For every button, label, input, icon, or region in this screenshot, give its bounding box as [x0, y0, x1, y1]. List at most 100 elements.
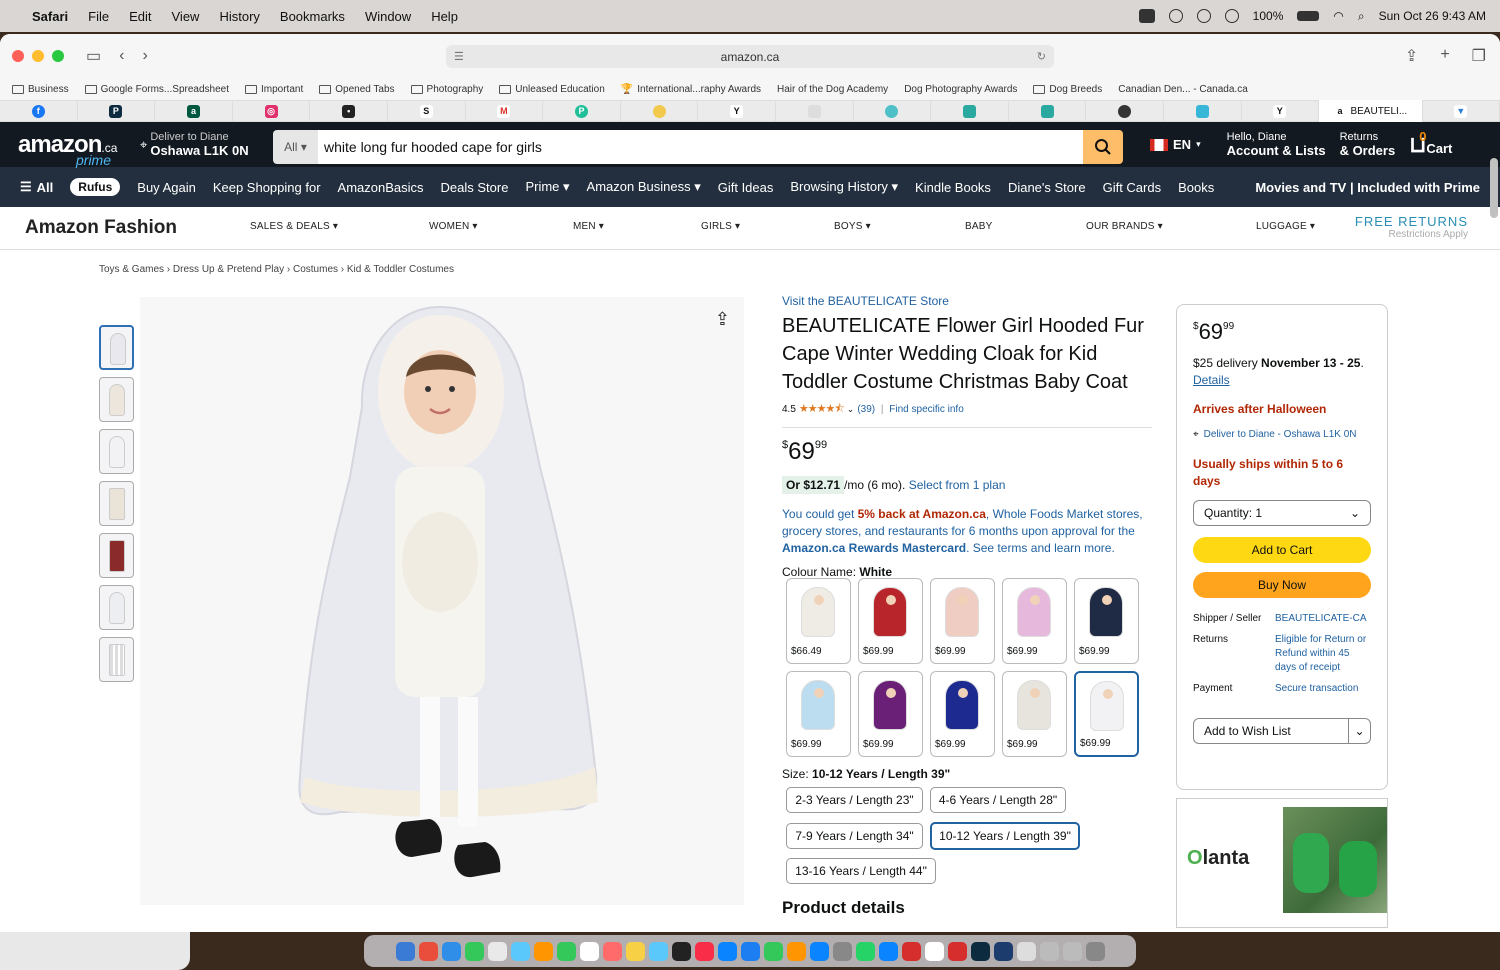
nav-browsing-history[interactable]: Browsing History ▾ — [790, 179, 898, 195]
dock-app-icon[interactable] — [487, 941, 507, 961]
thumbnail[interactable] — [99, 429, 134, 474]
dock-app-icon[interactable] — [740, 941, 760, 961]
menu-help[interactable]: Help — [431, 9, 458, 24]
all-menu-button[interactable]: ☰ All — [20, 179, 53, 195]
dock-app-icon[interactable] — [648, 941, 668, 961]
dock-app-icon[interactable] — [993, 941, 1013, 961]
size-option[interactable]: 4-6 Years / Length 28" — [930, 787, 1066, 813]
menu-view[interactable]: View — [172, 9, 200, 24]
dock-app-icon[interactable] — [602, 941, 622, 961]
menu-file[interactable]: File — [88, 9, 109, 24]
pinned-tab[interactable]: f — [0, 100, 78, 122]
add-to-cart-button[interactable]: Add to Cart — [1193, 537, 1371, 563]
page-menu-icon[interactable]: ☰ — [454, 50, 464, 63]
select-plan-link[interactable]: Select from 1 plan — [909, 478, 1006, 492]
tab-overview-icon[interactable]: ❐ — [1472, 46, 1486, 66]
pinned-tab[interactable] — [1164, 100, 1242, 122]
status-shield-icon[interactable] — [1168, 9, 1183, 23]
quantity-select[interactable]: Quantity: 1 ⌄ — [1193, 500, 1371, 526]
pinned-tab[interactable] — [621, 100, 699, 122]
pinned-tab[interactable]: S — [388, 100, 466, 122]
thumbnail[interactable] — [99, 481, 134, 526]
dock-app-icon[interactable] — [878, 941, 898, 961]
chevron-down-icon[interactable]: ⌄ — [847, 404, 855, 415]
dock-app-icon[interactable] — [786, 941, 806, 961]
share-icon[interactable]: ⇪ — [715, 309, 730, 330]
pinned-tab[interactable]: a — [155, 100, 233, 122]
breadcrumb-link[interactable]: Toys & Games — [99, 264, 164, 275]
menu-app-name[interactable]: Safari — [32, 9, 68, 24]
bookmark-international-awards[interactable]: 🏆 International...raphy Awards — [621, 84, 761, 95]
wifi-icon[interactable]: ◠ — [1333, 9, 1343, 23]
dock-app-icon[interactable] — [533, 941, 553, 961]
dock-app-icon[interactable] — [1062, 941, 1082, 961]
menu-clock[interactable]: Sun Oct 26 9:43 AM — [1379, 9, 1486, 23]
status-clock-icon[interactable] — [1196, 9, 1211, 23]
bookmark-dog-photo-awards[interactable]: Dog Photography Awards — [904, 84, 1017, 95]
payment-link[interactable]: Secure transaction — [1275, 682, 1371, 696]
bookmark-google-forms[interactable]: Google Forms...Spreadsheet — [84, 84, 229, 95]
dock-app-icon[interactable] — [671, 941, 691, 961]
fashion-sales-deals[interactable]: SALES & DEALS ▾ — [250, 221, 338, 232]
menu-history[interactable]: History — [219, 9, 259, 24]
dock-app-icon[interactable] — [832, 941, 852, 961]
back-icon[interactable]: ‹ — [119, 47, 124, 65]
dock-app-icon[interactable] — [556, 941, 576, 961]
bookmark-unleased-education[interactable]: Unleased Education — [499, 84, 605, 95]
dock-app-icon[interactable] — [418, 941, 438, 961]
nav-dianes-store[interactable]: Diane's Store — [1008, 180, 1086, 195]
fashion-boys[interactable]: BOYS ▾ — [834, 221, 871, 232]
fashion-baby[interactable]: BABY — [965, 221, 992, 232]
nav-kindle-books[interactable]: Kindle Books — [915, 180, 991, 195]
colour-swatch[interactable]: $69.99 — [1074, 578, 1139, 664]
spotlight-icon[interactable]: ⌕ — [1358, 9, 1365, 24]
returns-link[interactable]: Eligible for Return or Refund within 45 … — [1275, 633, 1371, 675]
size-option[interactable]: 13-16 Years / Length 44" — [786, 858, 936, 884]
dock-app-icon[interactable] — [763, 941, 783, 961]
rewards-offer[interactable]: You could get 5% back at Amazon.ca, Whol… — [782, 506, 1152, 557]
colour-swatch[interactable]: $66.49 — [786, 578, 851, 664]
pinned-tab[interactable] — [931, 100, 1009, 122]
sidebar-toggle-icon[interactable]: ▭ — [86, 46, 101, 66]
pinned-tab[interactable]: ◎ — [233, 100, 311, 122]
colour-swatch[interactable]: $69.99 — [858, 578, 923, 664]
share-icon[interactable]: ⇪ — [1405, 46, 1418, 66]
breadcrumb-link[interactable]: Dress Up & Pretend Play — [173, 264, 284, 275]
free-returns-banner[interactable]: FREE RETURNS Restrictions Apply — [1355, 214, 1468, 240]
dock-app-icon[interactable] — [464, 941, 484, 961]
active-tab[interactable]: a BEAUTELI... — [1319, 100, 1423, 122]
dock-app-icon[interactable] — [901, 941, 921, 961]
returns-orders[interactable]: Returns & Orders — [1340, 131, 1396, 158]
store-link[interactable]: Visit the BEAUTELICATE Store — [782, 294, 1152, 308]
nav-buy-again[interactable]: Buy Again — [137, 180, 196, 195]
reload-icon[interactable]: ↻ — [1037, 50, 1046, 63]
menu-edit[interactable]: Edit — [129, 9, 151, 24]
pinned-tab[interactable]: Y — [1242, 100, 1320, 122]
language-selector[interactable]: EN ▾ — [1150, 137, 1201, 152]
delivery-details-link[interactable]: Details — [1193, 373, 1230, 387]
fashion-men[interactable]: MEN ▾ — [573, 221, 604, 232]
battery-icon[interactable] — [1297, 11, 1320, 21]
fashion-women[interactable]: WOMEN ▾ — [429, 221, 478, 232]
page-scrollbar[interactable] — [1490, 158, 1498, 218]
pinned-tab[interactable]: M — [466, 100, 544, 122]
review-count-link[interactable]: (39) — [857, 404, 875, 415]
address-bar[interactable]: ☰ amazon.ca ↻ — [446, 45, 1054, 68]
search-button[interactable] — [1083, 130, 1123, 164]
dock-app-icon[interactable] — [510, 941, 530, 961]
pinned-tab[interactable] — [1086, 100, 1164, 122]
status-play-icon[interactable] — [1224, 9, 1239, 23]
colour-swatch[interactable]: $69.99 — [930, 671, 995, 757]
thumbnail[interactable] — [99, 533, 134, 578]
new-tab-icon[interactable]: + — [1440, 46, 1449, 66]
pinned-tab[interactable]: ▼ — [1423, 100, 1500, 122]
nav-amazonbasics[interactable]: AmazonBasics — [338, 180, 424, 195]
colour-swatch[interactable]: $69.99 — [786, 671, 851, 757]
thumbnail[interactable] — [99, 637, 134, 682]
fashion-title[interactable]: Amazon Fashion — [25, 217, 177, 239]
dock-app-icon[interactable] — [1016, 941, 1036, 961]
bookmark-business[interactable]: Business — [12, 84, 69, 95]
nav-prime[interactable]: Prime ▾ — [525, 179, 569, 195]
pinned-tab[interactable]: Y — [698, 100, 776, 122]
fashion-our-brands[interactable]: OUR BRANDS ▾ — [1086, 221, 1163, 232]
